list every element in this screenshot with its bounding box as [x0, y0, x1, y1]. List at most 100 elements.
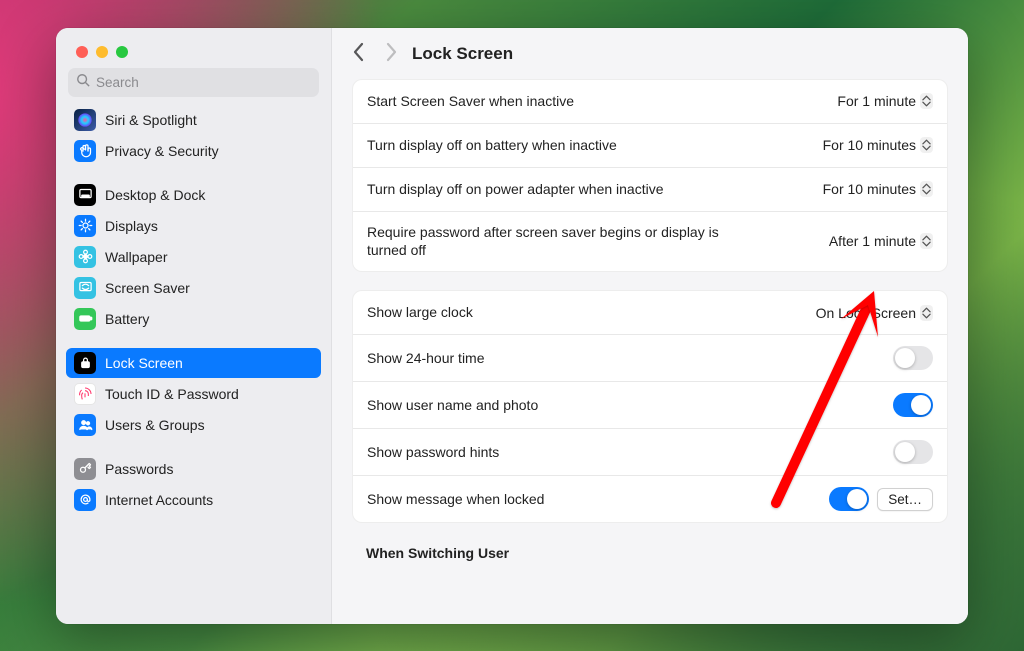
forward-button[interactable] [384, 42, 398, 67]
popup-button[interactable]: On Lock Screen [816, 305, 933, 321]
sidebar-item-battery[interactable]: Battery [66, 304, 321, 334]
row-label: Show password hints [367, 443, 499, 462]
settings-row: Show password hints [353, 429, 947, 476]
sidebar-item-label: Users & Groups [105, 417, 205, 433]
settings-row: Turn display off on battery when inactiv… [353, 124, 947, 168]
sidebar-item-label: Desktop & Dock [105, 187, 205, 203]
sidebar-item-screen-saver[interactable]: Screen Saver [66, 273, 321, 303]
sun-icon [74, 215, 96, 237]
row-control: For 10 minutes [823, 181, 933, 197]
sidebar-item-passwords[interactable]: Passwords [66, 454, 321, 484]
at-icon [74, 489, 96, 511]
toggle-switch[interactable] [893, 346, 933, 370]
row-label: Show message when locked [367, 490, 544, 509]
timing-settings-card: Start Screen Saver when inactive For 1 mi… [352, 79, 948, 273]
popup-value: On Lock Screen [816, 305, 916, 321]
window-controls [56, 28, 331, 58]
display-settings-card: Show large clock On Lock Screen Show 24-h… [352, 290, 948, 523]
fingerprint-icon [74, 383, 96, 405]
stepper-icon [920, 305, 933, 321]
row-label: Show user name and photo [367, 396, 538, 415]
nav-arrows [352, 42, 398, 67]
toggle-switch[interactable] [829, 487, 869, 511]
sidebar-item-label: Screen Saver [105, 280, 190, 296]
key-icon [74, 458, 96, 480]
row-control [893, 393, 933, 417]
sidebar-item-label: Wallpaper [105, 249, 168, 265]
settings-row: Start Screen Saver when inactive For 1 mi… [353, 80, 947, 124]
settings-row: Show large clock On Lock Screen [353, 291, 947, 335]
settings-body: Start Screen Saver when inactive For 1 mi… [332, 79, 968, 624]
lock-icon [74, 352, 96, 374]
row-control: Set… [829, 487, 933, 511]
row-label: Turn display off on power adapter when i… [367, 180, 664, 199]
sidebar-item-label: Touch ID & Password [105, 386, 239, 402]
row-control [893, 346, 933, 370]
minimize-button[interactable] [96, 46, 108, 58]
sidebar-item-label: Lock Screen [105, 355, 183, 371]
sidebar-item-label: Internet Accounts [105, 492, 213, 508]
hand-icon [74, 140, 96, 162]
row-label: Show large clock [367, 303, 473, 322]
popup-value: For 1 minute [837, 93, 916, 109]
popup-button[interactable]: For 10 minutes [823, 181, 933, 197]
dock-icon [74, 184, 96, 206]
stepper-icon [920, 93, 933, 109]
sidebar-item-lock-screen[interactable]: Lock Screen [66, 348, 321, 378]
row-label: Require password after screen saver begi… [367, 223, 747, 261]
popup-value: For 10 minutes [823, 137, 916, 153]
row-control: On Lock Screen [816, 305, 933, 321]
siri-icon [74, 109, 96, 131]
back-button[interactable] [352, 42, 366, 67]
close-button[interactable] [76, 46, 88, 58]
popup-button[interactable]: For 10 minutes [823, 137, 933, 153]
popup-button[interactable]: For 1 minute [837, 93, 933, 109]
toggle-switch[interactable] [893, 393, 933, 417]
set-button[interactable]: Set… [877, 488, 933, 511]
popup-button[interactable]: After 1 minute [829, 233, 933, 249]
settings-row: Show 24-hour time [353, 335, 947, 382]
sidebar-item-internet-accounts[interactable]: Internet Accounts [66, 485, 321, 515]
popup-value: For 10 minutes [823, 181, 916, 197]
sidebar-item-privacy[interactable]: Privacy & Security [66, 136, 321, 166]
sidebar-item-desktop-dock[interactable]: Desktop & Dock [66, 180, 321, 210]
header: Lock Screen [332, 28, 968, 79]
search-field[interactable] [68, 68, 319, 97]
sidebar-item-label: Battery [105, 311, 149, 327]
settings-row: Show user name and photo [353, 382, 947, 429]
row-control: For 10 minutes [823, 137, 933, 153]
row-control: After 1 minute [829, 233, 933, 249]
settings-row: Turn display off on power adapter when i… [353, 168, 947, 212]
sidebar-item-label: Siri & Spotlight [105, 112, 197, 128]
settings-row: Require password after screen saver begi… [353, 212, 947, 272]
sidebar-item-users-groups[interactable]: Users & Groups [66, 410, 321, 440]
battery-icon [74, 308, 96, 330]
page-title: Lock Screen [412, 44, 513, 64]
search-icon [76, 73, 90, 92]
flower-icon [74, 246, 96, 268]
sidebar-item-touch-id[interactable]: Touch ID & Password [66, 379, 321, 409]
stepper-icon [920, 137, 933, 153]
sidebar-nav: Siri & Spotlight Privacy & Security Deskto… [56, 101, 331, 624]
sidebar-item-displays[interactable]: Displays [66, 211, 321, 241]
sidebar: Siri & Spotlight Privacy & Security Deskto… [56, 28, 332, 624]
search-input[interactable] [96, 75, 311, 90]
maximize-button[interactable] [116, 46, 128, 58]
row-label: Start Screen Saver when inactive [367, 92, 574, 111]
row-label: Turn display off on battery when inactiv… [367, 136, 617, 155]
stepper-icon [920, 181, 933, 197]
sidebar-item-wallpaper[interactable]: Wallpaper [66, 242, 321, 272]
sidebar-item-label: Passwords [105, 461, 173, 477]
sidebar-item-siri[interactable]: Siri & Spotlight [66, 105, 321, 135]
row-control: For 1 minute [837, 93, 933, 109]
row-label: Show 24-hour time [367, 349, 485, 368]
stepper-icon [920, 233, 933, 249]
screen-icon [74, 277, 96, 299]
sidebar-item-label: Privacy & Security [105, 143, 219, 159]
toggle-switch[interactable] [893, 440, 933, 464]
section-heading: When Switching User [352, 541, 948, 565]
row-control [893, 440, 933, 464]
system-settings-window: Siri & Spotlight Privacy & Security Deskto… [56, 28, 968, 624]
content: Lock Screen Start Screen Saver when inac… [332, 28, 968, 624]
users-icon [74, 414, 96, 436]
